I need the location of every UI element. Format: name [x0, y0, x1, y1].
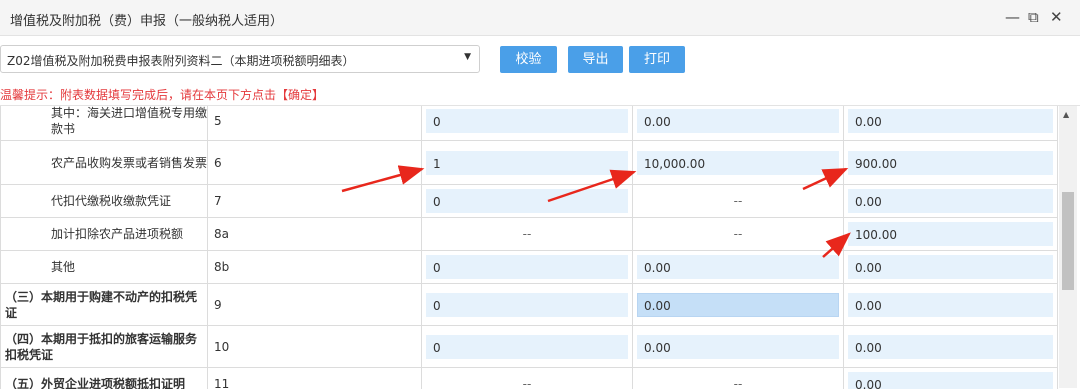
- row-line-number: 10: [208, 326, 422, 368]
- cell-col2: 10,000.00: [633, 141, 844, 185]
- table-row: 代扣代缴税收缴款凭证70 -- 0.00: [1, 185, 1058, 218]
- cell-col2: --: [633, 185, 844, 218]
- row-name: （三）本期用于购建不动产的扣税凭证: [1, 284, 208, 326]
- input-cell[interactable]: 0.00: [848, 189, 1053, 213]
- cell-col1: 1: [422, 141, 633, 185]
- input-cell[interactable]: 0: [426, 255, 628, 279]
- row-line-number: 5: [208, 105, 422, 141]
- export-button[interactable]: 导出: [568, 46, 623, 73]
- cell-col1: --: [422, 368, 633, 389]
- input-cell[interactable]: 1: [426, 151, 628, 175]
- cell-col3: 900.00: [844, 141, 1058, 185]
- table-row: 其他8b0 0.00 0.00: [1, 251, 1058, 284]
- print-button[interactable]: 打印: [629, 46, 685, 73]
- cell-col3: 0.00: [844, 185, 1058, 218]
- input-cell[interactable]: 0.00: [848, 255, 1053, 279]
- validate-button[interactable]: 校验: [500, 46, 557, 73]
- input-cell[interactable]: 0.00: [637, 109, 839, 133]
- row-line-number: 8b: [208, 251, 422, 284]
- row-name: 加计扣除农产品进项税额: [1, 218, 208, 251]
- cell-col1: 0: [422, 326, 633, 368]
- row-name: （五）外贸企业进项税额抵扣证明: [1, 368, 208, 389]
- disabled-cell: --: [426, 222, 628, 246]
- input-cell[interactable]: 0: [426, 335, 628, 359]
- row-line-number: 7: [208, 185, 422, 218]
- input-cell[interactable]: 0.00: [848, 372, 1053, 389]
- input-cell[interactable]: 0: [426, 109, 628, 133]
- window-title: 增值税及附加税（费）申报（一般纳税人适用）: [10, 10, 283, 29]
- row-name: （四）本期用于抵扣的旅客运输服务扣税凭证: [1, 326, 208, 368]
- input-cell[interactable]: 100.00: [848, 222, 1053, 246]
- disabled-cell: --: [637, 189, 839, 213]
- cell-col2: --: [633, 368, 844, 389]
- input-cell[interactable]: 0: [426, 293, 628, 317]
- scrollbar-thumb[interactable]: [1062, 192, 1074, 290]
- row-line-number: 8a: [208, 218, 422, 251]
- row-name: 其中：海关进口增值税专用缴款书: [1, 105, 208, 141]
- disabled-cell: --: [637, 222, 839, 246]
- row-name: 其他: [1, 251, 208, 284]
- input-cell[interactable]: 900.00: [848, 151, 1053, 175]
- input-cell[interactable]: 0.00: [637, 335, 839, 359]
- cell-col3: 0.00: [844, 326, 1058, 368]
- input-cell[interactable]: 0: [426, 189, 628, 213]
- cell-col2: --: [633, 218, 844, 251]
- table-row: 农产品收购发票或者销售发票61 10,000.00 900.00: [1, 141, 1058, 185]
- cell-col1: 0: [422, 105, 633, 141]
- row-name: 代扣代缴税收缴款凭证: [1, 185, 208, 218]
- table-row: （三）本期用于购建不动产的扣税凭证90 0.00 0.00: [1, 284, 1058, 326]
- window-titlebar: 增值税及附加税（费）申报（一般纳税人适用） — ⧉ ✕: [0, 0, 1080, 36]
- row-line-number: 9: [208, 284, 422, 326]
- form-select-value: Z02增值税及附加税费申报表附列资料二（本期进项税额明细表）: [7, 52, 355, 69]
- cell-col2: 0.00: [633, 105, 844, 141]
- input-cell[interactable]: 10,000.00: [637, 151, 839, 175]
- input-cell[interactable]: 0.00: [637, 293, 839, 317]
- row-name: 农产品收购发票或者销售发票: [1, 141, 208, 185]
- cell-col1: --: [422, 218, 633, 251]
- disabled-cell: --: [637, 372, 839, 389]
- input-cell[interactable]: 0.00: [637, 255, 839, 279]
- input-cell[interactable]: 0.00: [848, 335, 1053, 359]
- table-row: （五）外贸企业进项税额抵扣证明11----0.00: [1, 368, 1058, 389]
- cell-col3: 0.00: [844, 368, 1058, 389]
- cell-col3: 100.00: [844, 218, 1058, 251]
- cell-col1: 0: [422, 251, 633, 284]
- warning-tip: 温馨提示：附表数据填写完成后，请在本页下方点击【确定】: [0, 86, 324, 103]
- input-cell[interactable]: 0.00: [848, 293, 1053, 317]
- cell-col3: 0.00: [844, 284, 1058, 326]
- cell-col2: 0.00: [633, 326, 844, 368]
- toolbar: Z02增值税及附加税费申报表附列资料二（本期进项税额明细表） ▼ 校验 导出 打…: [0, 36, 1080, 82]
- table-row: 加计扣除农产品进项税额8a----100.00: [1, 218, 1058, 251]
- close-icon[interactable]: ✕: [1050, 8, 1063, 26]
- disabled-cell: --: [426, 372, 628, 389]
- table-row: 其中：海关进口增值税专用缴款书50 0.00 0.00: [1, 105, 1058, 141]
- minimize-icon[interactable]: —: [1005, 8, 1020, 26]
- cell-col2: 0.00: [633, 251, 844, 284]
- cell-col2: 0.00: [633, 284, 844, 326]
- row-line-number: 6: [208, 141, 422, 185]
- cell-col1: 0: [422, 284, 633, 326]
- maximize-icon[interactable]: ⧉: [1028, 8, 1039, 26]
- cell-col3: 0.00: [844, 105, 1058, 141]
- table-row: （四）本期用于抵扣的旅客运输服务扣税凭证100 0.00 0.00: [1, 326, 1058, 368]
- cell-col1: 0: [422, 185, 633, 218]
- vertical-scrollbar[interactable]: ▲: [1059, 106, 1077, 388]
- scroll-up-icon[interactable]: ▲: [1063, 110, 1069, 119]
- data-grid: 其中：海关进口增值税专用缴款书500.000.00农产品收购发票或者销售发票61…: [0, 105, 1080, 389]
- row-line-number: 11: [208, 368, 422, 389]
- form-select[interactable]: Z02增值税及附加税费申报表附列资料二（本期进项税额明细表） ▼: [0, 45, 480, 73]
- chevron-down-icon: ▼: [464, 52, 471, 62]
- input-cell[interactable]: 0.00: [848, 109, 1053, 133]
- cell-col3: 0.00: [844, 251, 1058, 284]
